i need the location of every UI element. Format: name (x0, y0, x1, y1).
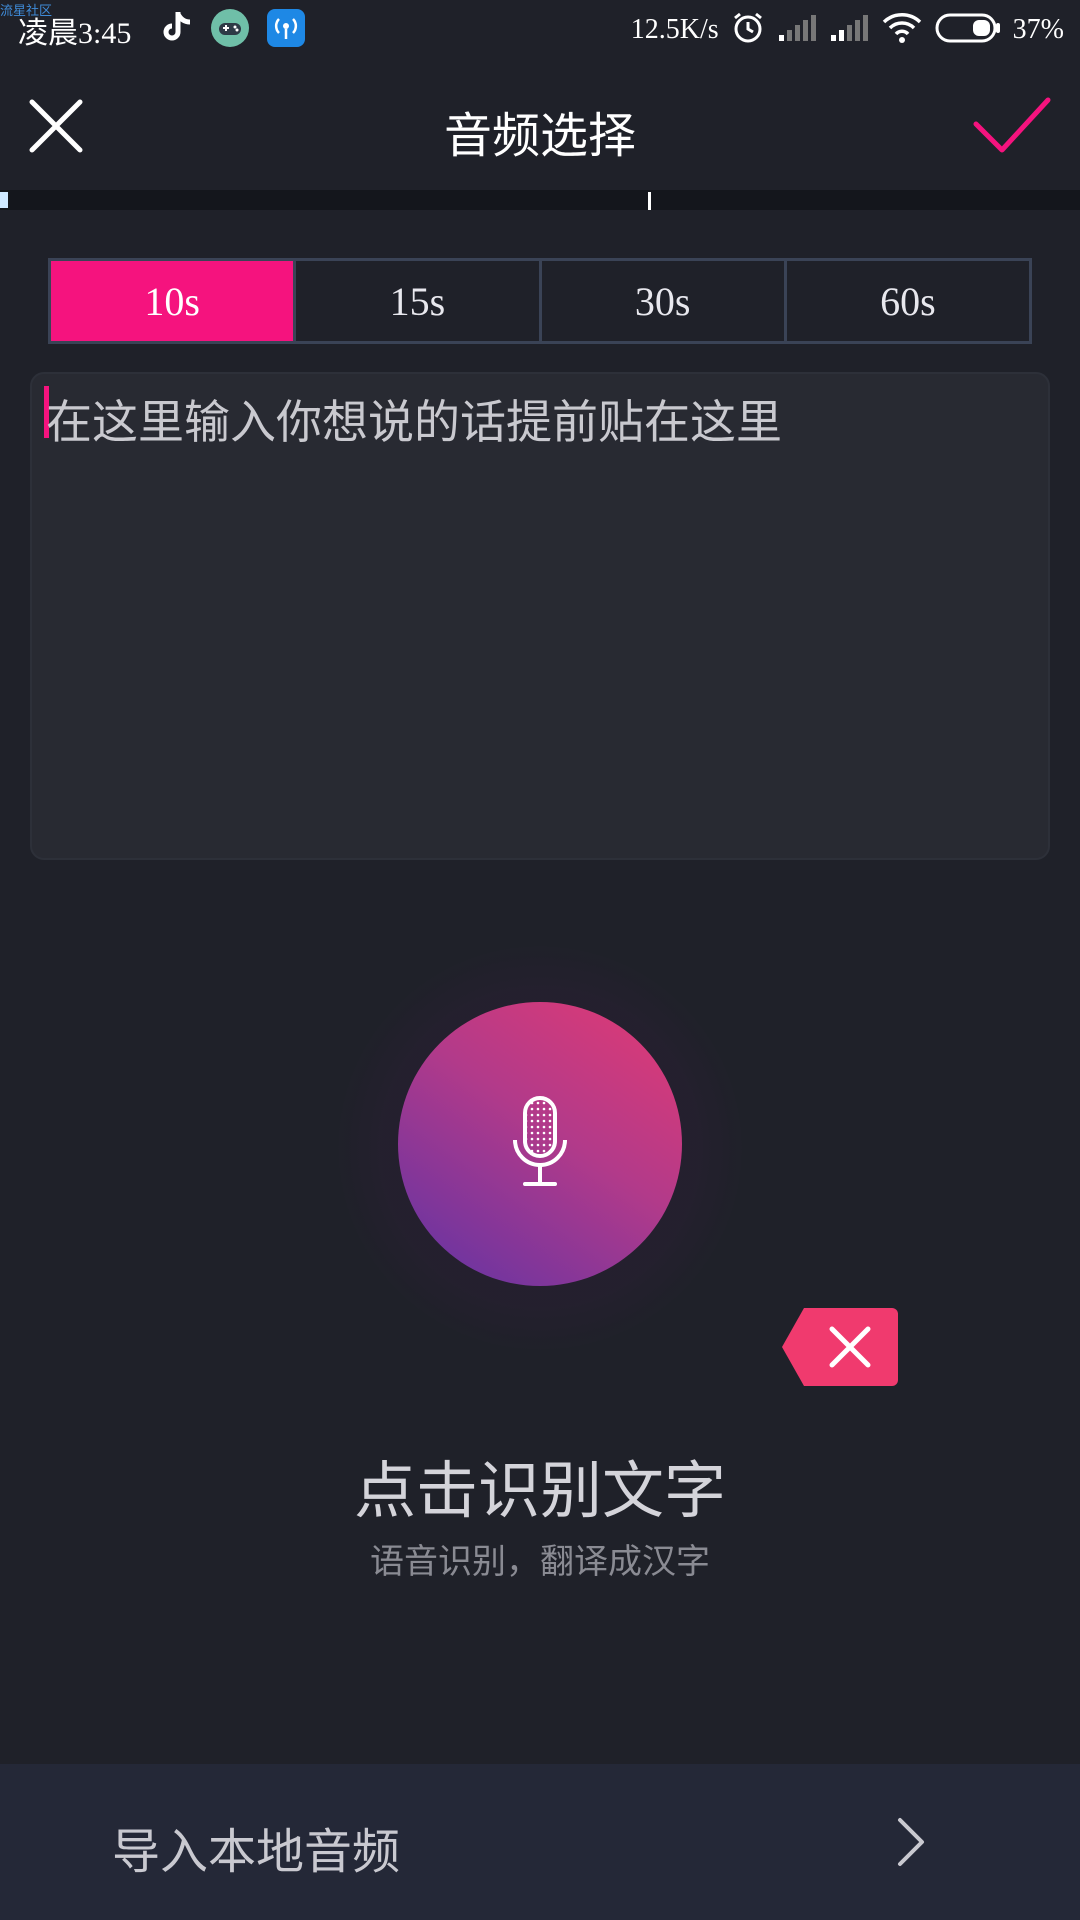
tab-30s[interactable]: 30s (541, 261, 787, 341)
delete-button[interactable] (780, 1306, 900, 1388)
duration-tabs: 10s 15s 30s 60s (48, 258, 1032, 344)
microphone-icon (513, 1096, 567, 1186)
alarm-icon (731, 11, 765, 49)
tab-60s[interactable]: 60s (786, 261, 1029, 341)
status-bar: 流星社区 凌晨3:45 12.5K/s 37% (0, 0, 1080, 60)
recognize-hint-subtitle: 语音识别，翻译成汉字 (370, 1542, 710, 1582)
timeline-start-handle[interactable] (0, 192, 8, 208)
speech-text-input[interactable]: 在这里输入你想说的话提前贴在这里 (30, 372, 1050, 860)
signal-icon (777, 13, 817, 47)
network-speed: 12.5K/s (630, 14, 719, 45)
record-mic-button[interactable] (398, 1002, 682, 1286)
battery-icon (935, 13, 1001, 47)
status-time: 凌晨3:45 (18, 17, 132, 50)
confirm-button[interactable] (972, 94, 1052, 158)
signal-icon (829, 13, 869, 47)
chevron-right-icon (890, 1814, 930, 1870)
recognize-hint-title: 点击识别文字 (353, 1454, 726, 1527)
status-indicators: 12.5K/s 37% (631, 8, 1064, 52)
import-local-audio-label: 导入本地音频 (112, 1824, 401, 1880)
audio-timeline[interactable] (0, 190, 1080, 210)
text-input-placeholder: 在这里输入你想说的话提前贴在这里 (46, 395, 782, 449)
tab-10s[interactable]: 10s (51, 261, 297, 341)
battery-percentage: 37% (1012, 14, 1064, 45)
tiktok-icon (156, 8, 196, 48)
wifi-hotspot-app-icon (266, 8, 306, 48)
checkmark-icon (973, 97, 1051, 153)
tab-15s[interactable]: 15s (296, 261, 542, 341)
wifi-icon (881, 11, 923, 49)
header: 音频选择 (0, 60, 1080, 190)
timeline-playhead[interactable] (648, 192, 651, 210)
import-local-audio-row[interactable]: 导入本地音频 (0, 1764, 1080, 1920)
game-controller-icon (210, 8, 250, 48)
page-title: 音频选择 (443, 108, 636, 164)
